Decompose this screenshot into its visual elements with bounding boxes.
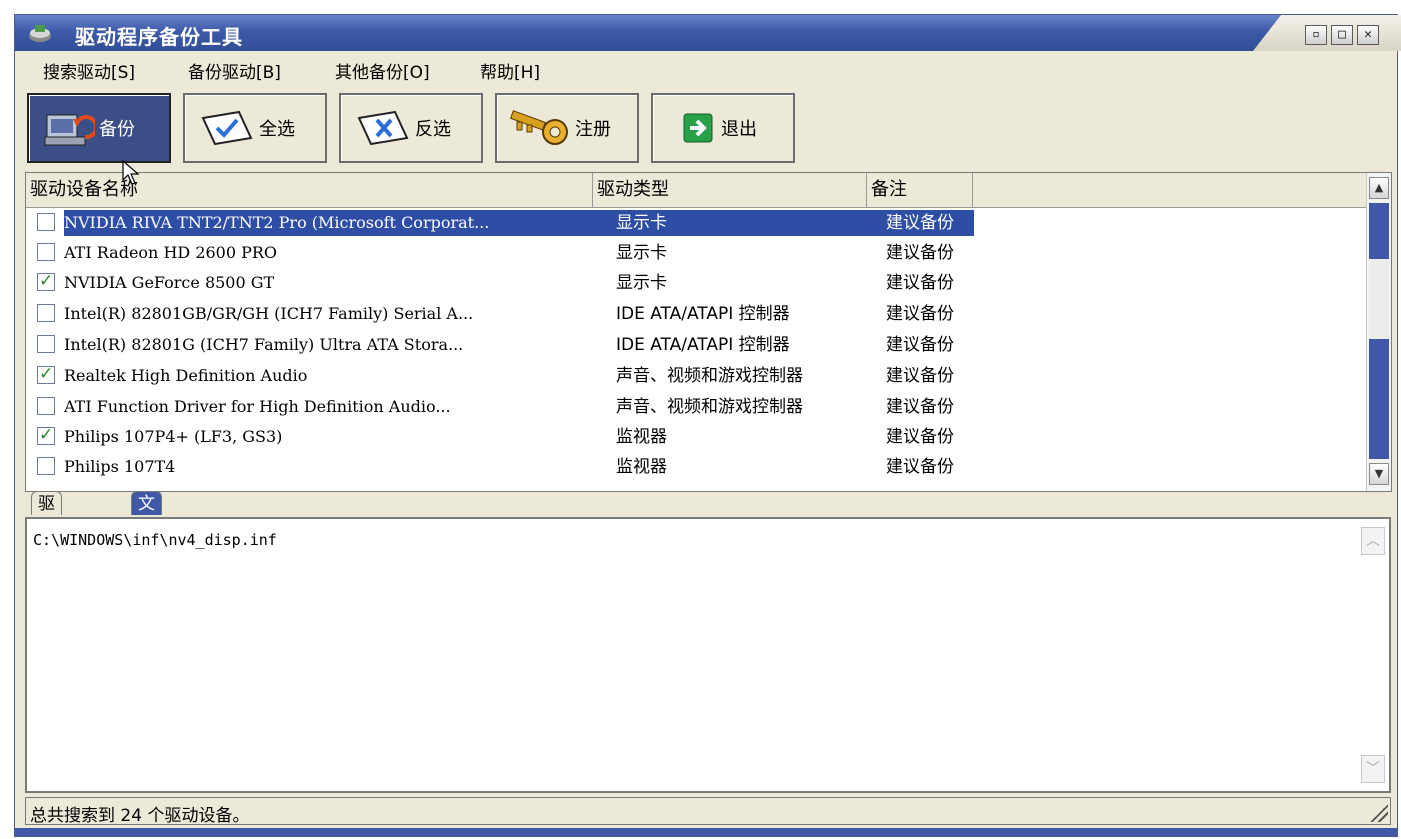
backup-label: 备份 (99, 119, 135, 140)
device-name: Philips 107P4+ (LF3, GS3) (64, 427, 283, 446)
driver-type: IDE ATA/ATAPI 控制器 (616, 304, 790, 324)
list-scrollbar[interactable]: ▲ ▼ (1366, 173, 1391, 491)
column-device-name[interactable]: 驱动设备名称 (26, 173, 593, 207)
backup-icon (44, 114, 95, 146)
title-bar[interactable]: 驱动程序备份工具 ▫ □ ✕ (15, 15, 1401, 51)
exit-arrow-icon (683, 113, 713, 143)
driver-type: 显示卡 (616, 243, 667, 263)
table-row[interactable]: NVIDIA RIVA TNT2/TNT2 Pro (Microsoft Cor… (26, 208, 976, 238)
detail-scrollbar[interactable]: ︿ ﹀ (1361, 527, 1387, 783)
driver-note: 建议备份 (886, 304, 954, 324)
driver-type: 显示卡 (616, 273, 667, 293)
table-row[interactable]: Philips 107T4 监视器 建议备份 (26, 452, 976, 482)
row-checkbox[interactable] (37, 213, 55, 231)
tab-driver-summary[interactable]: 驱动摘要 (31, 491, 62, 586)
column-note[interactable]: 备注 (867, 173, 973, 207)
select-all-button[interactable]: 全选 (183, 93, 327, 163)
menu-help[interactable]: 帮助[H] (480, 58, 540, 83)
row-checkbox[interactable] (37, 243, 55, 261)
tab-file-list[interactable]: 文件列表 (131, 491, 162, 586)
driver-type: IDE ATA/ATAPI 控制器 (616, 335, 790, 355)
table-row[interactable]: NVIDIA GeForce 8500 GT 显示卡 建议备份 (26, 268, 976, 298)
scroll-up-icon[interactable]: ︿ (1361, 527, 1385, 555)
backup-button[interactable]: 备份 (27, 93, 171, 163)
driver-note: 建议备份 (886, 366, 954, 386)
device-name: NVIDIA GeForce 8500 GT (64, 273, 275, 292)
resize-grip-icon[interactable] (1370, 804, 1388, 822)
scroll-thumb[interactable] (1369, 259, 1389, 339)
menu-backup-drivers[interactable]: 备份驱动[B] (188, 58, 281, 83)
menu-other-backup[interactable]: 其他备份[O] (335, 58, 430, 83)
inf-file-path: C:\WINDOWS\inf\nv4_disp.inf (33, 531, 277, 549)
device-name: Intel(R) 82801G (ICH7 Family) Ultra ATA … (64, 335, 464, 354)
device-name: Philips 107T4 (64, 457, 176, 476)
exit-button[interactable]: 退出 (651, 93, 795, 163)
row-checkbox[interactable] (37, 364, 55, 384)
checkmark-icon (201, 110, 253, 146)
driver-note: 建议备份 (886, 397, 954, 417)
select-all-label: 全选 (259, 119, 295, 140)
driver-type: 监视器 (616, 427, 667, 447)
driver-note: 建议备份 (886, 243, 954, 263)
driver-type: 声音、视频和游戏控制器 (616, 366, 803, 386)
table-row[interactable]: Intel(R) 82801G (ICH7 Family) Ultra ATA … (26, 330, 976, 360)
driver-note: 建议备份 (886, 457, 954, 477)
row-checkbox[interactable] (37, 335, 55, 353)
table-row[interactable]: Philips 107P4+ (LF3, GS3) 监视器 建议备份 (26, 422, 976, 452)
cross-icon (357, 110, 409, 146)
driver-list[interactable]: 驱动设备名称 驱动类型 备注 NVIDIA RIVA TNT2/TNT2 Pro… (25, 172, 1392, 492)
row-checkbox[interactable] (37, 397, 55, 415)
driver-note: 建议备份 (886, 335, 954, 355)
invert-selection-button[interactable]: 反选 (339, 93, 483, 163)
window-title: 驱动程序备份工具 (75, 25, 243, 49)
close-button[interactable]: ✕ (1357, 25, 1379, 45)
key-icon (509, 110, 568, 145)
list-header: 驱动设备名称 驱动类型 备注 (26, 173, 1366, 208)
restore-button[interactable]: ▫ (1305, 25, 1327, 45)
detail-panel[interactable]: C:\WINDOWS\inf\nv4_disp.inf ︿ ﹀ (25, 517, 1391, 793)
driver-note: 建议备份 (886, 427, 954, 447)
table-row[interactable]: Realtek High Definition Audio 声音、视频和游戏控制… (26, 361, 976, 391)
scroll-down-icon[interactable]: ﹀ (1361, 755, 1385, 783)
driver-type: 声音、视频和游戏控制器 (616, 397, 803, 417)
row-checkbox[interactable] (37, 304, 55, 322)
device-name: ATI Radeon HD 2600 PRO (64, 243, 278, 262)
toolbar: 备份 全选 反选 注册 退出 (15, 83, 1397, 169)
table-row[interactable]: Intel(R) 82801GB/GR/GH (ICH7 Family) Ser… (26, 299, 976, 329)
device-name: NVIDIA RIVA TNT2/TNT2 Pro (Microsoft Cor… (64, 210, 614, 236)
driver-note: 建议备份 (874, 210, 974, 236)
register-label: 注册 (575, 119, 611, 140)
device-name: ATI Function Driver for High Definition … (64, 397, 451, 416)
menu-bar: 搜索驱动[S] 备份驱动[B] 其他备份[O] 帮助[H] (15, 52, 1397, 83)
driver-note: 建议备份 (886, 273, 954, 293)
row-checkbox[interactable] (37, 271, 55, 291)
status-bar: 总共搜索到 24 个驱动设备。 (25, 797, 1391, 826)
scroll-up-icon[interactable]: ▲ (1369, 177, 1389, 199)
maximize-button[interactable]: □ (1331, 25, 1353, 45)
mouse-cursor-icon (122, 160, 140, 185)
menu-search-drivers[interactable]: 搜索驱动[S] (43, 58, 135, 83)
driver-type: 监视器 (616, 457, 667, 477)
device-name: Realtek High Definition Audio (64, 366, 308, 385)
app-icon (29, 25, 51, 42)
table-row[interactable]: ATI Radeon HD 2600 PRO 显示卡 建议备份 (26, 238, 976, 268)
row-checkbox[interactable] (37, 425, 55, 445)
invert-selection-label: 反选 (415, 119, 451, 140)
driver-type: 显示卡 (604, 210, 886, 236)
register-button[interactable]: 注册 (495, 93, 639, 163)
app-window: 驱动程序备份工具 ▫ □ ✕ 搜索驱动[S] 备份驱动[B] 其他备份[O] 帮… (14, 14, 1401, 837)
scroll-down-icon[interactable]: ▼ (1369, 463, 1389, 485)
row-checkbox[interactable] (37, 457, 55, 475)
table-row[interactable]: ATI Function Driver for High Definition … (26, 392, 976, 422)
exit-label: 退出 (721, 119, 757, 140)
status-text: 总共搜索到 24 个驱动设备。 (30, 806, 250, 826)
device-name: Intel(R) 82801GB/GR/GH (ICH7 Family) Ser… (64, 304, 474, 323)
column-driver-type[interactable]: 驱动类型 (593, 173, 867, 207)
window-bottom-border (15, 828, 1397, 836)
